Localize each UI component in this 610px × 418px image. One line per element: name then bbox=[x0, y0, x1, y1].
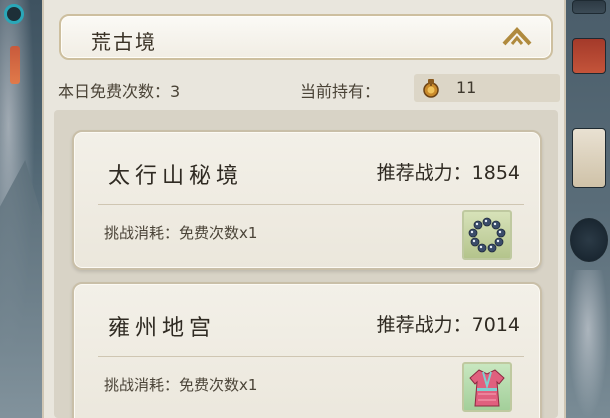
challenge-cost: 挑战消耗：免费次数x1 bbox=[104, 224, 258, 242]
dungeon-panel: 荒古境 本日免费次数：3 当前持有： 11 太行山秘境 推荐战力：1854 挑战… bbox=[42, 0, 566, 418]
dungeon-card[interactable]: 雍州地宫 推荐战力：7014 挑战消耗：免费次数x1 bbox=[72, 282, 542, 418]
dungeon-name: 雍州地宫 bbox=[108, 316, 217, 341]
holding-label: 当前持有： bbox=[300, 82, 381, 101]
card-divider bbox=[98, 356, 524, 357]
background-scenery-left bbox=[0, 0, 42, 418]
side-menu-button-top[interactable] bbox=[572, 0, 606, 14]
side-menu-button-round[interactable] bbox=[570, 218, 608, 262]
pink-robe-icon[interactable] bbox=[462, 362, 512, 412]
bead-bracelet-icon[interactable] bbox=[462, 210, 512, 260]
holding-box: 11 bbox=[414, 74, 560, 102]
region-title: 荒古境 bbox=[91, 30, 157, 54]
tassel-icon bbox=[10, 46, 20, 84]
dungeon-name: 太行山秘境 bbox=[108, 164, 244, 189]
challenge-cost: 挑战消耗：免费次数x1 bbox=[104, 376, 258, 394]
recommended-power: 推荐战力：7014 bbox=[376, 314, 520, 336]
background-scenery-right bbox=[568, 270, 608, 418]
recommended-power: 推荐战力：1854 bbox=[376, 162, 520, 184]
collapse-arrow-icon[interactable] bbox=[501, 26, 533, 50]
free-times-label: 本日免费次数：3 bbox=[58, 82, 181, 101]
region-selector[interactable]: 荒古境 bbox=[59, 14, 553, 60]
side-menu bbox=[566, 0, 610, 418]
dungeon-list: 太行山秘境 推荐战力：1854 挑战消耗：免费次数x1 雍州地宫 推荐战力：70… bbox=[54, 110, 558, 418]
side-menu-button-notice[interactable] bbox=[572, 128, 606, 188]
dungeon-card[interactable]: 太行山秘境 推荐战力：1854 挑战消耗：免费次数x1 bbox=[72, 130, 542, 270]
ornament-ring-icon bbox=[4, 4, 24, 24]
side-menu-button-book[interactable] bbox=[572, 38, 606, 74]
card-divider bbox=[98, 204, 524, 205]
gourd-token-icon bbox=[420, 77, 442, 99]
info-row: 本日免费次数：3 当前持有： 11 bbox=[44, 72, 568, 102]
holding-count: 11 bbox=[456, 78, 477, 97]
mountain-scenery bbox=[0, 160, 42, 418]
